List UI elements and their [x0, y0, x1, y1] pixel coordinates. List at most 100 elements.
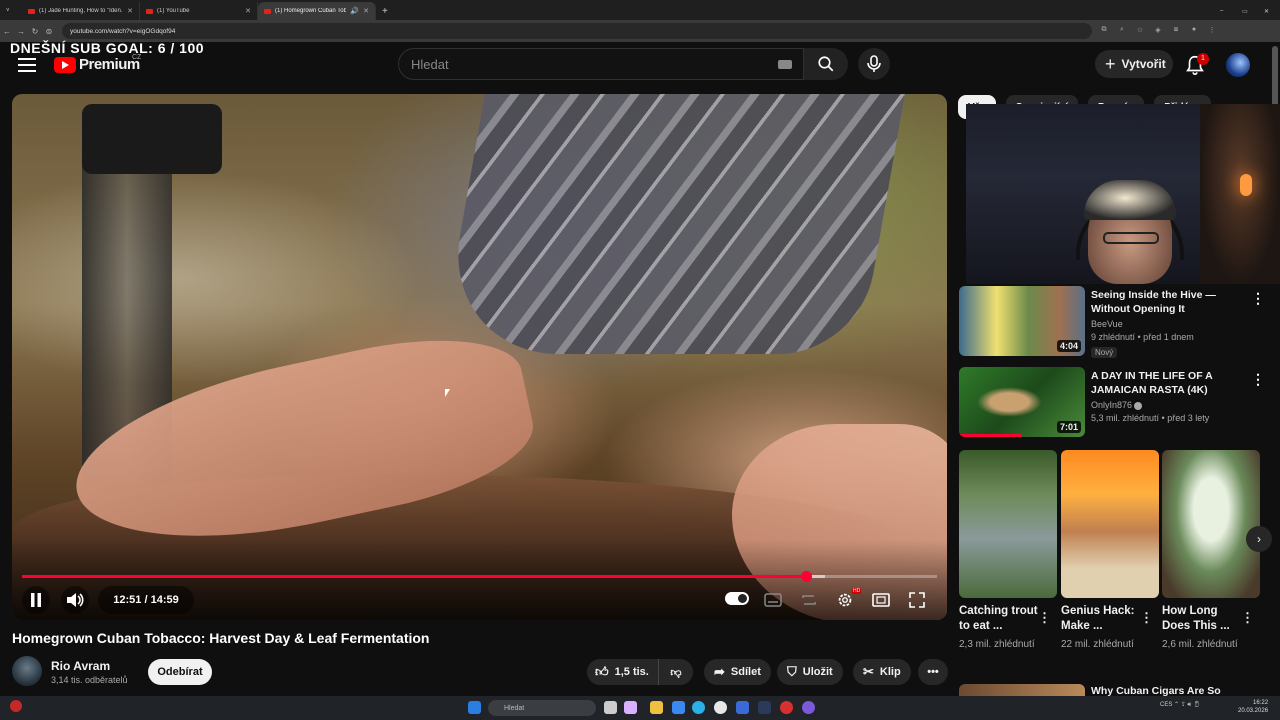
progress-played [22, 575, 807, 578]
close-window-button[interactable]: ✕ [1258, 2, 1280, 20]
obs-icon[interactable] [802, 701, 815, 714]
forward-icon[interactable]: → [14, 27, 28, 36]
video-thumbnail[interactable] [959, 684, 1085, 696]
reload-icon[interactable]: ↻ [28, 27, 42, 36]
short-views: 22 mil. zhlédnutí [1061, 639, 1134, 650]
save-button[interactable]: ⛉ Uložit [777, 659, 843, 685]
short-item[interactable]: Genius Hack: Make ... 22 mil. zhlédnutí … [1061, 450, 1159, 652]
progress-bar[interactable] [22, 575, 937, 578]
more-vertical-icon[interactable]: ⋮ [1251, 371, 1265, 388]
windows-start-icon[interactable] [468, 701, 481, 714]
microphone-icon [867, 55, 881, 72]
short-thumbnail[interactable] [959, 450, 1057, 598]
system-tray[interactable]: CES ⌃ ⇪ 🔊︎ 🔋︎ [1160, 701, 1200, 709]
keyboard-icon[interactable] [778, 60, 792, 69]
voice-search-button[interactable] [858, 48, 890, 80]
maximize-button[interactable]: ▭ [1236, 2, 1258, 20]
short-title[interactable]: Genius Hack: Make ... [1061, 604, 1141, 634]
recommendation-channel[interactable]: BeeVue [1091, 319, 1241, 329]
short-item[interactable]: How Long Does This ... 2,6 mil. zhlédnut… [1162, 450, 1260, 652]
bookmark-star-icon[interactable]: ☆ [1134, 26, 1146, 36]
recording-app-icon[interactable] [780, 701, 793, 714]
more-vertical-icon[interactable]: ⋮ [1140, 610, 1153, 626]
more-icon[interactable]: ⋮ [1206, 26, 1218, 36]
browser-tab-1[interactable]: (1) Jade Hunting, How to "Iden... ✕ [22, 2, 140, 20]
video-player[interactable]: 12:51 / 14:59 HD [12, 94, 947, 620]
recommendation-item[interactable]: 4:04 Seeing Inside the Hive — Without Op… [959, 286, 1265, 360]
install-icon[interactable]: ⧉ [1098, 26, 1110, 36]
more-horizontal-icon: ••• [927, 666, 939, 678]
short-thumbnail[interactable] [1061, 450, 1159, 598]
minimize-button[interactable]: – [1214, 2, 1236, 20]
account-avatar[interactable] [1226, 53, 1250, 77]
pause-button[interactable] [22, 586, 50, 614]
widgets-icon[interactable] [624, 701, 637, 714]
clip-label: Klip [879, 666, 901, 678]
page-scrollbar[interactable] [1272, 46, 1278, 106]
close-icon[interactable]: ✕ [245, 7, 251, 15]
subtitles-button[interactable] [762, 586, 784, 614]
dislike-button[interactable]: 👎︎ [659, 666, 693, 679]
watched-progress [959, 434, 1022, 437]
recommendation-item[interactable]: 7:01 A DAY IN THE LIFE OF A JAMAICAN RAS… [959, 367, 1265, 441]
youtube-premium-logo[interactable]: Premium CZ [54, 54, 141, 73]
autoplay-toggle[interactable] [725, 592, 749, 605]
volume-button[interactable] [61, 586, 89, 614]
video-thumbnail[interactable]: 7:01 [959, 367, 1085, 437]
site-info-icon[interactable]: ⊜ [42, 27, 56, 36]
like-button[interactable]: 👍︎ 1,5 tis. [587, 659, 659, 685]
recommendation-channel[interactable]: OnlyIn876 [1091, 400, 1241, 410]
browser-tab-3[interactable]: (1) Homegrown Cuban Toba... 🔊 ✕ [258, 2, 376, 20]
taskbar-search[interactable]: Hledat [488, 700, 596, 716]
channel-name[interactable]: Rio Avram [51, 659, 110, 673]
more-vertical-icon[interactable]: ⋮ [1241, 610, 1254, 626]
puzzle-icon[interactable]: ⧇ [1170, 26, 1182, 36]
zoom-icon[interactable]: ⌕ [1116, 26, 1128, 36]
more-vertical-icon[interactable]: ⋮ [1038, 610, 1051, 626]
clip-button[interactable]: ✂ Klip [853, 659, 911, 685]
create-button[interactable]: + Vytvořit [1095, 50, 1173, 78]
search-box[interactable] [398, 48, 804, 80]
shorts-next-button[interactable]: › [1246, 526, 1272, 552]
recommendation-title[interactable]: A DAY IN THE LIFE OF A JAMAICAN RASTA (4… [1091, 369, 1241, 397]
browser-icon[interactable] [672, 701, 685, 714]
close-icon[interactable]: ✕ [363, 7, 369, 15]
more-actions-button[interactable]: ••• [918, 659, 948, 685]
more-vertical-icon[interactable]: ⋮ [1251, 290, 1265, 307]
profile-icon[interactable]: ● [1188, 26, 1200, 36]
search-button[interactable] [804, 48, 848, 80]
video-thumbnail[interactable]: 4:04 [959, 286, 1085, 356]
steam-icon[interactable] [758, 701, 771, 714]
short-thumbnail[interactable] [1162, 450, 1260, 598]
app-icon[interactable] [736, 701, 749, 714]
close-icon[interactable]: ✕ [127, 7, 133, 15]
task-view-icon[interactable] [604, 701, 617, 714]
edge-icon[interactable] [692, 701, 705, 714]
webcam-glasses [1103, 232, 1159, 244]
short-item[interactable]: Catching trout to eat ... 2,3 mil. zhléd… [959, 450, 1057, 652]
speaker-icon[interactable]: 🔊 [350, 7, 359, 15]
subscribe-button[interactable]: Odebírat [148, 659, 212, 685]
fullscreen-button[interactable] [906, 586, 928, 614]
recommendation-title[interactable]: Seeing Inside the Hive — Without Opening… [1091, 288, 1241, 316]
tab-menu[interactable]: ˅ [0, 2, 22, 20]
taskbar-clock[interactable]: 16:22 20.03.2026 [1238, 699, 1268, 715]
extension-icon[interactable]: ◈ [1152, 26, 1164, 36]
new-tab-button[interactable]: + [376, 2, 396, 20]
chrome-icon[interactable] [714, 701, 727, 714]
loop-button[interactable] [798, 586, 820, 614]
back-icon[interactable]: ← [0, 27, 14, 36]
share-button[interactable]: ➦ Sdílet [704, 659, 771, 685]
address-bar[interactable]: youtube.com/watch?v=eigOGdqof94 [62, 23, 1092, 39]
browser-tab-2[interactable]: (1) YouTube ✕ [140, 2, 258, 20]
channel-avatar[interactable] [12, 656, 42, 686]
file-explorer-icon[interactable] [650, 701, 663, 714]
search-input[interactable] [411, 56, 751, 72]
hamburger-menu-icon[interactable] [18, 58, 36, 72]
theater-mode-button[interactable] [870, 586, 892, 614]
subtitles-icon [764, 593, 782, 607]
notification-app-icon[interactable] [10, 700, 22, 712]
short-title[interactable]: Catching trout to eat ... [959, 604, 1039, 634]
short-title[interactable]: How Long Does This ... [1162, 604, 1242, 634]
thumbs-up-icon: 👍︎ [595, 664, 609, 679]
